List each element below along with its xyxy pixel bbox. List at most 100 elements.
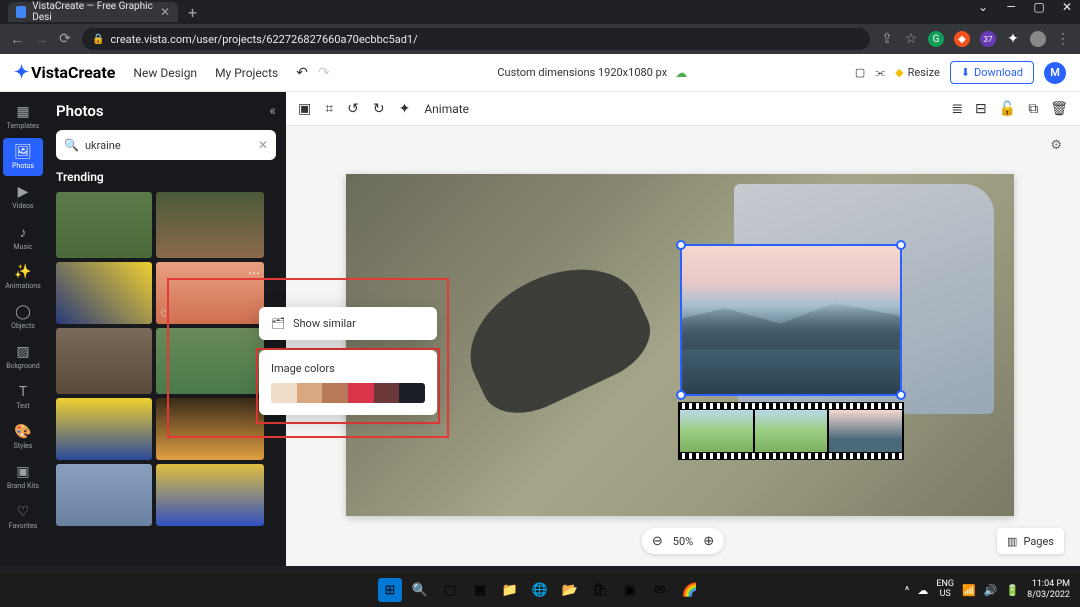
minimize-icon[interactable]: — bbox=[1004, 0, 1018, 14]
start-button[interactable]: ⊞ bbox=[378, 578, 402, 602]
star-icon[interactable]: ☆ bbox=[904, 31, 918, 47]
edge-icon[interactable]: 🌐 bbox=[528, 578, 552, 602]
new-tab-button[interactable]: + bbox=[188, 3, 197, 22]
rail-styles[interactable]: 🎨Styles bbox=[3, 418, 43, 456]
extension-badge-icon[interactable]: 37 bbox=[980, 31, 996, 47]
photo-thumb[interactable] bbox=[56, 262, 152, 324]
show-similar-button[interactable]: 🗂 Show similar bbox=[271, 317, 425, 330]
menu-dots-icon[interactable]: ⋮ bbox=[1056, 31, 1070, 47]
more-dots-icon[interactable]: ⋯ bbox=[248, 266, 260, 280]
battery-icon[interactable]: 🔋 bbox=[1005, 584, 1019, 597]
photo-thumb[interactable] bbox=[156, 398, 264, 460]
rail-music[interactable]: ♪Music bbox=[3, 218, 43, 256]
chevron-down-icon[interactable]: ⌄ bbox=[976, 0, 990, 14]
taskview-icon[interactable]: ▢ bbox=[438, 578, 462, 602]
lock-element-icon[interactable]: 🔓 bbox=[999, 101, 1016, 117]
new-design-link[interactable]: New Design bbox=[133, 66, 197, 80]
search-box[interactable]: 🔍 ✕ bbox=[56, 130, 276, 160]
download-button[interactable]: ⬇ Download bbox=[950, 61, 1034, 84]
rail-templates[interactable]: ▦Templates bbox=[3, 98, 43, 136]
gear-icon[interactable]: ⚙ bbox=[1050, 138, 1062, 153]
color-swatch[interactable] bbox=[374, 383, 400, 403]
search-task-icon[interactable]: 🔍 bbox=[408, 578, 432, 602]
reload-icon[interactable]: ⟳ bbox=[58, 31, 72, 47]
photo-thumb[interactable] bbox=[56, 398, 152, 460]
rail-text[interactable]: TText bbox=[3, 378, 43, 416]
close-window-icon[interactable]: ✕ bbox=[1060, 0, 1074, 14]
rail-background[interactable]: ▨Bckground bbox=[3, 338, 43, 376]
photo-thumb[interactable] bbox=[156, 328, 264, 394]
tray-chevron-icon[interactable]: ^ bbox=[905, 584, 910, 597]
folder-icon[interactable]: 📂 bbox=[558, 578, 582, 602]
app-task-icon[interactable]: ▣ bbox=[618, 578, 642, 602]
color-swatch[interactable] bbox=[271, 383, 297, 403]
store-icon[interactable]: 🛍 bbox=[588, 578, 612, 602]
widgets-icon[interactable]: ▦ bbox=[468, 578, 492, 602]
canvas-viewport[interactable]: ⚙ ⊖ bbox=[286, 126, 1080, 566]
rail-videos[interactable]: ▶Videos bbox=[3, 178, 43, 216]
clear-search-icon[interactable]: ✕ bbox=[258, 138, 268, 152]
color-swatch[interactable] bbox=[348, 383, 374, 403]
image-edit-icon[interactable]: ▣ bbox=[298, 101, 311, 117]
color-swatch[interactable] bbox=[322, 383, 348, 403]
maximize-icon[interactable]: ▢ bbox=[1032, 0, 1046, 14]
favorite-icon[interactable]: ♡ bbox=[160, 309, 169, 320]
rail-brandkits[interactable]: ▣Brand Kits bbox=[3, 458, 43, 496]
zoom-out-icon[interactable]: ⊖ bbox=[652, 534, 663, 549]
filmstrip-image[interactable] bbox=[678, 402, 904, 460]
onedrive-icon[interactable]: ☁ bbox=[917, 584, 928, 597]
resize-handle-br[interactable] bbox=[896, 390, 906, 400]
photo-thumb[interactable] bbox=[156, 192, 264, 258]
logo[interactable]: ✦ VistaCreate bbox=[14, 62, 115, 83]
share-icon[interactable]: ⇪ bbox=[880, 31, 894, 47]
extension-grammarly-icon[interactable]: G bbox=[928, 31, 944, 47]
extensions-puzzle-icon[interactable]: ✦ bbox=[1006, 31, 1020, 47]
comment-icon[interactable]: ▢ bbox=[855, 66, 865, 79]
profile-avatar-icon[interactable] bbox=[1030, 31, 1046, 47]
resize-button[interactable]: ◆Resize bbox=[895, 66, 940, 79]
photo-thumb[interactable] bbox=[56, 192, 152, 258]
zoom-in-icon[interactable]: ⊕ bbox=[703, 534, 714, 549]
rail-favorites[interactable]: ♡Favorites bbox=[3, 498, 43, 536]
layers-icon[interactable]: ≣ bbox=[951, 101, 963, 117]
search-input[interactable] bbox=[85, 139, 252, 152]
resize-handle-tl[interactable] bbox=[676, 240, 686, 250]
browser-tab[interactable]: VistaCreate — Free Graphic Desi ✕ bbox=[8, 2, 178, 22]
user-avatar[interactable]: M bbox=[1044, 62, 1066, 84]
extension-icon[interactable]: ◆ bbox=[954, 31, 970, 47]
photo-thumb[interactable] bbox=[56, 464, 152, 526]
wifi-icon[interactable]: 📶 bbox=[962, 584, 976, 597]
animate-button[interactable]: Animate bbox=[424, 102, 469, 116]
mail-icon[interactable]: ✉ bbox=[648, 578, 672, 602]
rail-photos[interactable]: 🖼Photos bbox=[3, 138, 43, 176]
resize-handle-bl[interactable] bbox=[676, 390, 686, 400]
chrome-icon[interactable]: 🌈 bbox=[678, 578, 702, 602]
color-swatch[interactable] bbox=[297, 383, 323, 403]
close-tab-icon[interactable]: ✕ bbox=[160, 5, 170, 19]
clock[interactable]: 11:04 PM8/03/2022 bbox=[1027, 579, 1070, 601]
delete-icon[interactable]: 🗑 bbox=[1050, 101, 1068, 117]
crop-icon[interactable]: ⌗ bbox=[325, 101, 333, 117]
canvas[interactable] bbox=[346, 174, 1014, 516]
undo-icon[interactable]: ↶ bbox=[296, 65, 308, 81]
rotate-right-icon[interactable]: ↻ bbox=[373, 101, 385, 117]
photo-thumb[interactable] bbox=[156, 464, 264, 526]
url-bar[interactable]: 🔒 create.vista.com/user/projects/6227268… bbox=[82, 28, 870, 50]
color-swatch[interactable] bbox=[399, 383, 425, 403]
resize-handle-tr[interactable] bbox=[896, 240, 906, 250]
document-title[interactable]: Custom dimensions 1920x1080 px bbox=[497, 66, 667, 79]
rotate-left-icon[interactable]: ↺ bbox=[347, 101, 359, 117]
rail-objects[interactable]: ◯Objects bbox=[3, 298, 43, 336]
align-icon[interactable]: ⊟ bbox=[975, 101, 987, 117]
selected-image[interactable] bbox=[680, 244, 902, 396]
effects-icon[interactable]: ✦ bbox=[399, 101, 411, 117]
explorer-icon[interactable]: 📁 bbox=[498, 578, 522, 602]
photo-thumb[interactable]: ⋯♡ bbox=[156, 262, 264, 324]
language-indicator[interactable]: ENGUS bbox=[936, 580, 954, 600]
volume-icon[interactable]: 🔊 bbox=[984, 584, 998, 597]
duplicate-icon[interactable]: ⧉ bbox=[1028, 101, 1038, 117]
collapse-panel-icon[interactable]: « bbox=[269, 103, 276, 119]
pages-button[interactable]: ▥ Pages bbox=[997, 528, 1064, 554]
share-app-icon[interactable]: ⫘ bbox=[875, 66, 885, 80]
back-icon[interactable]: ← bbox=[10, 31, 24, 48]
